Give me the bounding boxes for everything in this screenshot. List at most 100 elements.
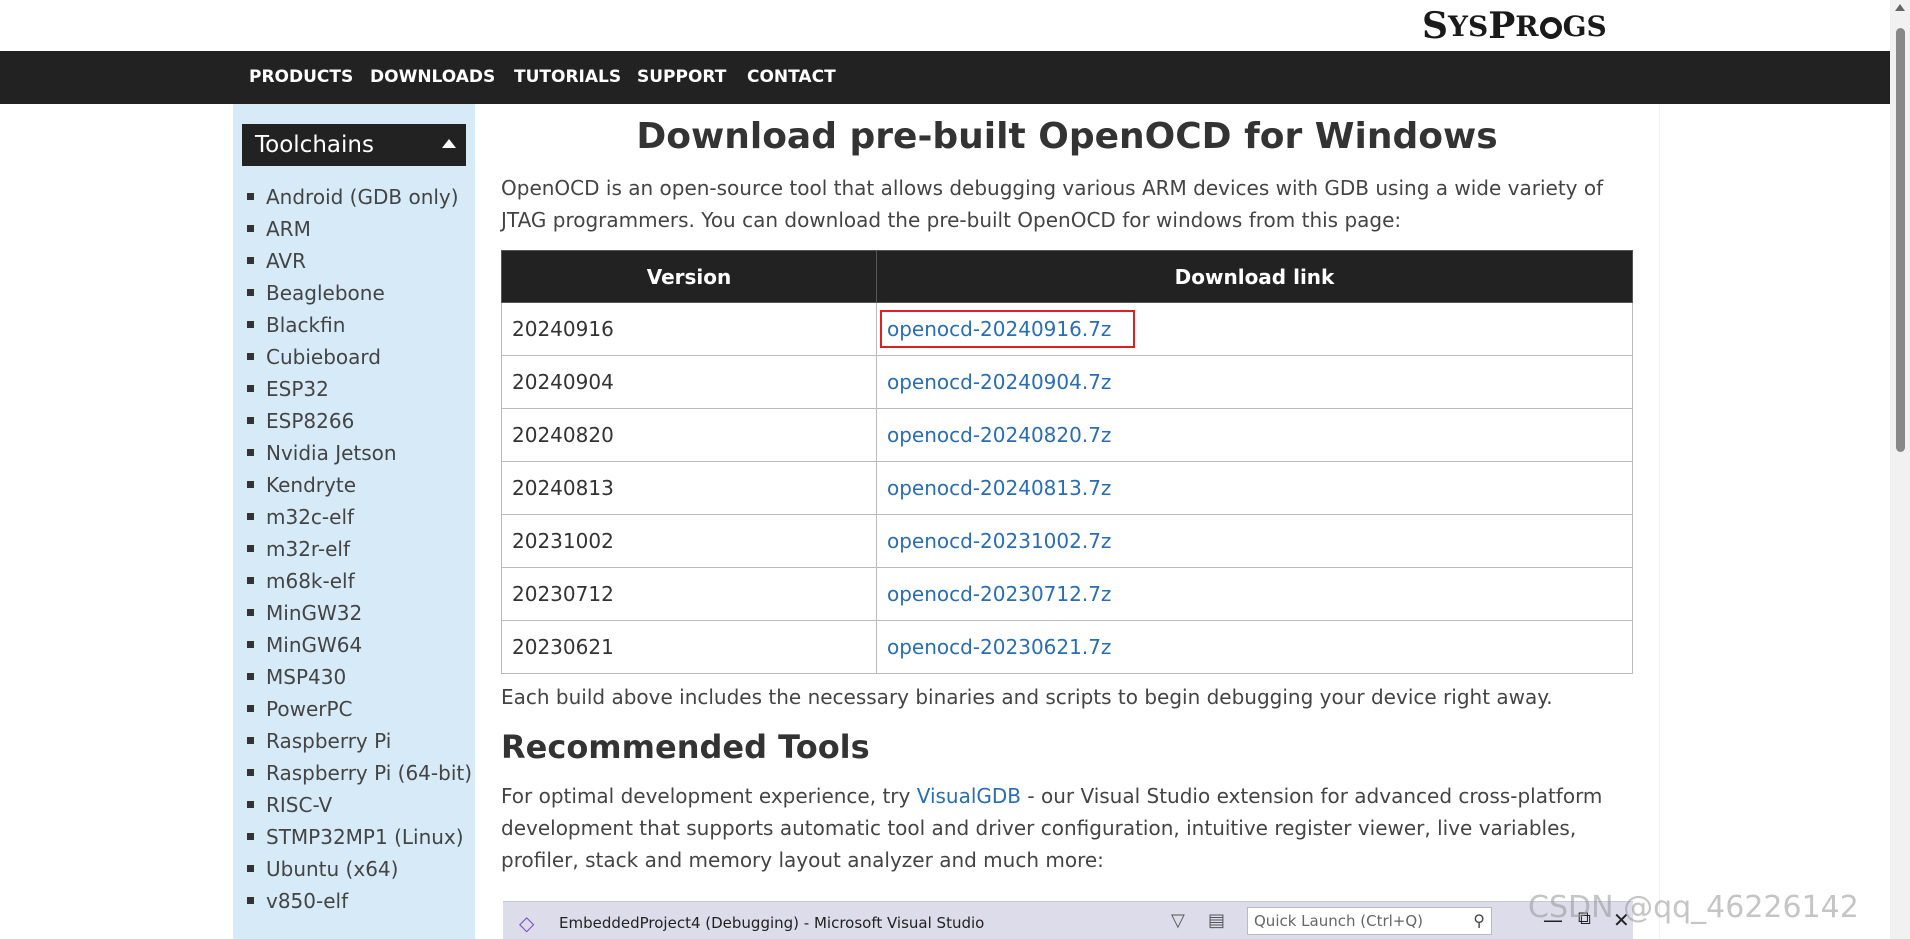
right-margin [1659,104,1890,939]
sidebar-item-m32c-elf[interactable]: m32c-elf [247,501,472,533]
download-link[interactable]: openocd-20240904.7z [882,365,1116,399]
sidebar-item-label: MinGW64 [266,633,363,657]
bullet-icon [247,577,254,584]
sidebar-item-ubuntu-x64[interactable]: Ubuntu (x64) [247,853,472,885]
sidebar-item-label: m68k-elf [266,569,355,593]
toolchains-header[interactable]: Toolchains [242,124,466,166]
link-cell: openocd-20240820.7z [876,408,1633,462]
sidebar-item-avr[interactable]: AVR [247,245,472,277]
scrollbar-thumb[interactable] [1896,28,1905,452]
link-cell: openocd-20240813.7z [876,461,1633,515]
page-title: Download pre-built OpenOCD for Windows [636,116,1498,157]
download-link[interactable]: openocd-20231002.7z [882,524,1116,558]
sidebar-item-kendryte[interactable]: Kendryte [247,469,472,501]
toolchain-list: Android (GDB only) ARM AVR Beaglebone Bl… [247,181,472,917]
nav-contact[interactable]: CONTACT [747,51,836,104]
sidebar-item-cubieboard[interactable]: Cubieboard [247,341,472,373]
bullet-icon [247,801,254,808]
sidebar-item-raspberry-pi-64[interactable]: Raspberry Pi (64-bit) [247,757,472,789]
sidebar-item-mingw32[interactable]: MinGW32 [247,597,472,629]
visualgdb-link[interactable]: VisualGDB [917,784,1021,808]
notification-icon: ▤ [1208,910,1226,931]
recommended-text-pre: For optimal development experience, try [501,784,917,808]
sidebar-item-nvidia-jetson[interactable]: Nvidia Jetson [247,437,472,469]
download-link-highlighted[interactable]: openocd-20240916.7z [879,310,1136,348]
sidebar-item-label: ESP32 [266,377,329,401]
version-cell: 20240916 [501,302,877,356]
sidebar-item-esp32[interactable]: ESP32 [247,373,472,405]
bullet-icon [247,193,254,200]
sidebar-item-label: Android (GDB only) [266,185,459,209]
sidebar-item-label: Kendryte [266,473,356,497]
sidebar-item-msp430[interactable]: MSP430 [247,661,472,693]
sidebar-item-esp8266[interactable]: ESP8266 [247,405,472,437]
sidebar-item-v850-elf[interactable]: v850-elf [247,885,472,917]
sidebar-item-risc-v[interactable]: RISC-V [247,789,472,821]
nav-downloads[interactable]: DOWNLOADS [370,51,495,104]
version-cell: 20240813 [501,461,877,515]
sidebar-item-label: ESP8266 [266,409,355,433]
bullet-icon [247,833,254,840]
version-cell: 20240904 [501,355,877,409]
download-link[interactable]: openocd-20230712.7z [882,577,1116,611]
sidebar-item-label: Raspberry Pi [266,729,392,753]
bullet-icon [247,769,254,776]
table-row: 20240904 openocd-20240904.7z [501,355,1633,409]
quick-launch-input: Quick Launch (Ctrl+Q) ⚲ [1247,907,1492,935]
sidebar-item-label: MinGW32 [266,601,363,625]
page-scrollbar[interactable] [1890,0,1910,939]
download-table: Version Download link 20240916 openocd-2… [501,250,1633,674]
sidebar-item-label: RISC-V [266,793,333,817]
bullet-icon [247,225,254,232]
sidebar-item-label: Ubuntu (x64) [266,857,399,881]
sidebar-item-label: STMP32MP1 (Linux) [266,825,464,849]
logo-letters: YS [1448,9,1489,43]
nav-products[interactable]: PRODUCTS [249,51,353,104]
bullet-icon [247,513,254,520]
sidebar-item-raspberry-pi[interactable]: Raspberry Pi [247,725,472,757]
link-cell: openocd-20230712.7z [876,567,1633,621]
sidebar-item-label: Nvidia Jetson [266,441,397,465]
sidebar-item-blackfin[interactable]: Blackfin [247,309,472,341]
nav-support[interactable]: SUPPORT [637,51,726,104]
bullet-icon [247,417,254,424]
bullet-icon [247,321,254,328]
bullet-icon [247,289,254,296]
sidebar-item-label: Beaglebone [266,281,385,305]
column-header-download-link: Download link [876,250,1633,303]
bullet-icon [247,385,254,392]
bullet-icon [247,449,254,456]
collapse-arrow-icon[interactable] [442,139,456,148]
gear-icon [1539,17,1562,39]
download-link[interactable]: openocd-20230621.7z [882,630,1116,664]
sidebar-item-label: Cubieboard [266,345,381,369]
sidebar-item-label: v850-elf [266,889,349,913]
sidebar-item-powerpc[interactable]: PowerPC [247,693,472,725]
download-link[interactable]: openocd-20240813.7z [882,471,1116,505]
sidebar-item-arm[interactable]: ARM [247,213,472,245]
scroll-up-arrow-icon[interactable] [1895,4,1905,11]
sidebar-item-android[interactable]: Android (GDB only) [247,181,472,213]
main-content: Download pre-built OpenOCD for Windows O… [475,104,1659,939]
table-header-row: Version Download link [501,250,1633,303]
bullet-icon [247,705,254,712]
builds-note: Each build above includes the necessary … [501,685,1553,709]
download-link[interactable]: openocd-20240820.7z [882,418,1116,452]
nav-tutorials[interactable]: TUTORIALS [514,51,621,104]
quick-launch-placeholder: Quick Launch (Ctrl+Q) [1254,912,1424,930]
csdn-watermark: CSDN @qq_46226142 [1528,890,1859,925]
bullet-icon [247,257,254,264]
link-cell: openocd-20240916.7z [876,302,1633,356]
sidebar-item-m68k-elf[interactable]: m68k-elf [247,565,472,597]
sidebar-item-beaglebone[interactable]: Beaglebone [247,277,472,309]
recommended-paragraph: For optimal development experience, try … [501,780,1641,876]
bullet-icon [247,897,254,904]
table-row: 20230712 openocd-20230712.7z [501,567,1633,621]
sidebar-item-stmp32mp1[interactable]: STMP32MP1 (Linux) [247,821,472,853]
table-row: 20230621 openocd-20230621.7z [501,620,1633,674]
table-row: 20240820 openocd-20240820.7z [501,408,1633,462]
sidebar-item-mingw64[interactable]: MinGW64 [247,629,472,661]
version-cell: 20231002 [501,514,877,568]
sysprogs-logo[interactable]: S YS P R GS [1422,5,1607,47]
sidebar-item-m32r-elf[interactable]: m32r-elf [247,533,472,565]
